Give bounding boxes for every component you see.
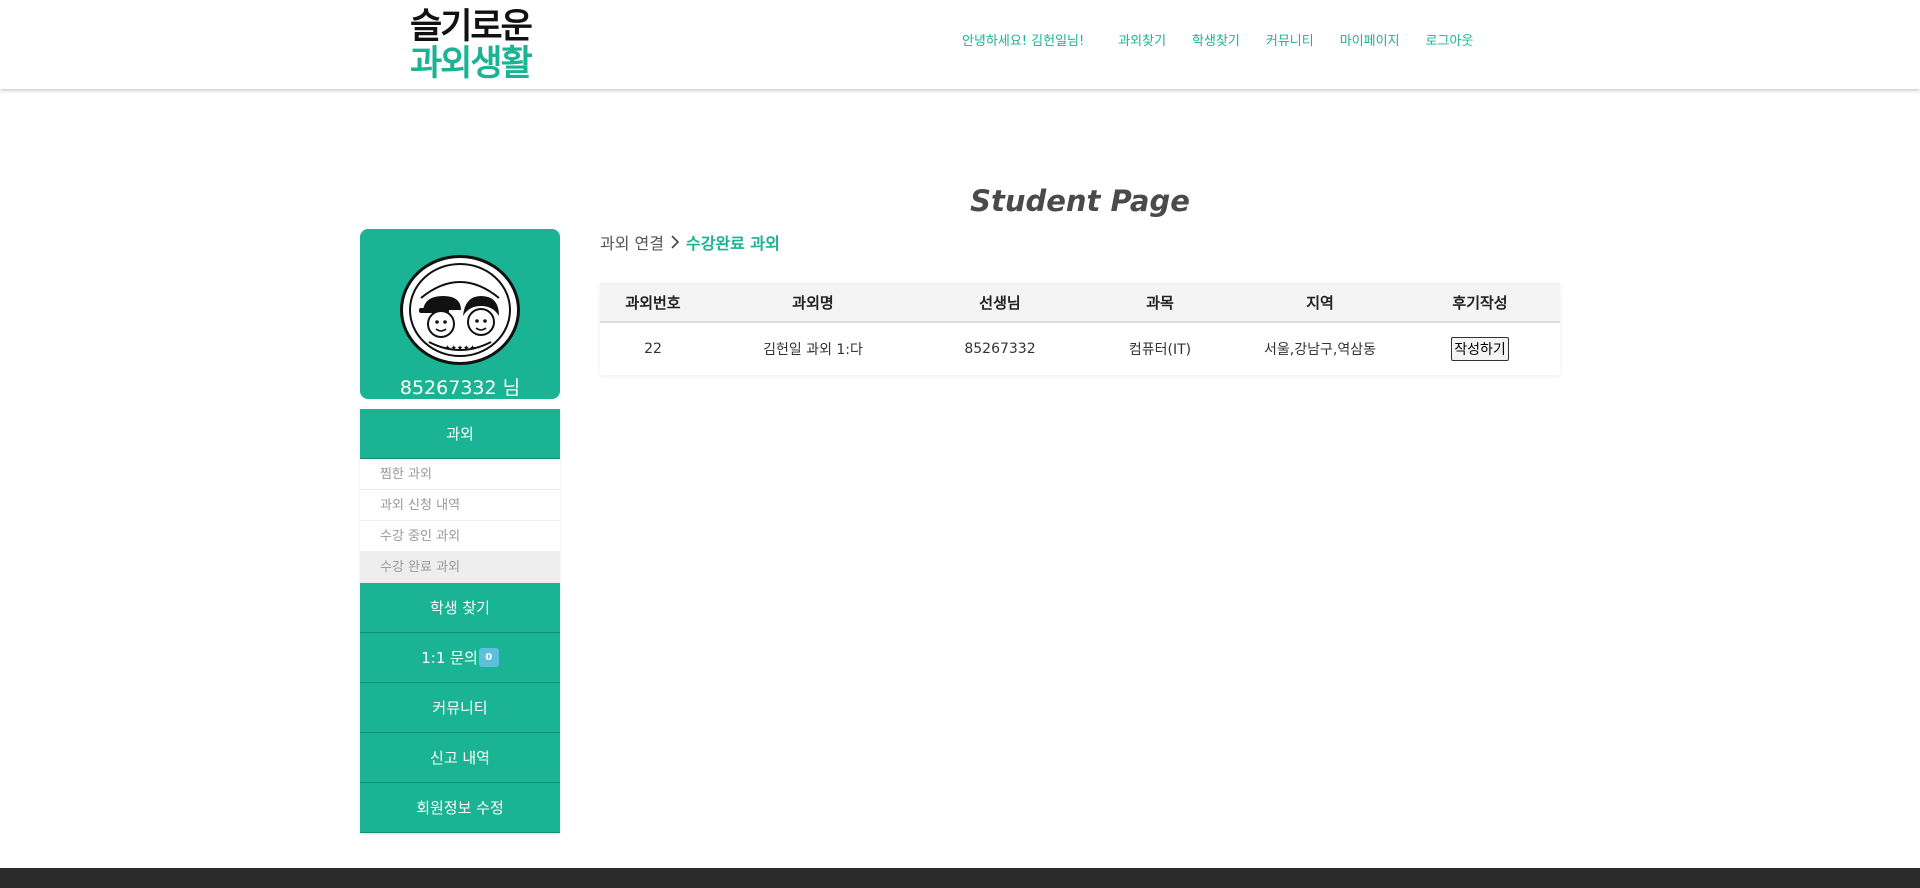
avatar: ★★★★★ — [400, 255, 520, 365]
top-nav: 안녕하세요! 김헌일님! 과외찾기 학생찾기 커뮤니티 마이페이지 로그아웃 — [962, 30, 1473, 49]
col-header-review: 후기작성 — [1400, 283, 1560, 323]
cell-region: 서울,강남구,역삼동 — [1264, 342, 1376, 358]
profile-name: 85267332 님 — [399, 377, 521, 399]
site-header: 슬기로운 과외생활 안녕하세요! 김헌일님! 과외찾기 학생찾기 커뮤니티 마이… — [0, 0, 1920, 89]
page-title: Student Page — [970, 184, 1190, 218]
sidebar-reports[interactable]: 신고 내역 — [360, 733, 560, 783]
breadcrumb-parent[interactable]: 과외 연결 — [600, 230, 664, 254]
cell-review: 작성하기 — [1400, 322, 1560, 375]
sidebar-tutoring-header[interactable]: 과외 — [360, 409, 560, 459]
site-footer — [0, 868, 1920, 888]
sidebar-item-applications[interactable]: 과외 신청 내역 — [360, 490, 560, 521]
sidebar-community[interactable]: 커뮤니티 — [360, 683, 560, 733]
completed-tutoring-table: 과외번호 과외명 선생님 과목 지역 후기작성 22 김헌일 과외 1:다 85… — [600, 283, 1560, 375]
nav-mypage[interactable]: 마이페이지 — [1340, 30, 1400, 49]
svg-text:★★★★★: ★★★★★ — [444, 344, 475, 352]
nav-find-tutoring[interactable]: 과외찾기 — [1118, 30, 1166, 49]
nav-find-students[interactable]: 학생찾기 — [1192, 30, 1240, 49]
chevron-right-icon — [671, 235, 680, 249]
site-logo[interactable]: 슬기로운 과외생활 — [410, 10, 560, 82]
logo-line-2: 과외생활 — [410, 44, 533, 84]
sidebar-item-wishlist[interactable]: 찜한 과외 — [360, 459, 560, 490]
inquiry-count-badge: 0 — [478, 648, 499, 667]
profile-card: ★★★★★ 85267332 님 — [360, 229, 560, 399]
breadcrumb-current: 수강완료 과외 — [685, 234, 780, 253]
table-row: 22 김헌일 과외 1:다 85267332 컴퓨터(IT) 서울,강남구,역삼… — [600, 322, 1560, 375]
cell-id: 22 — [644, 341, 662, 357]
sidebar-item-in-progress[interactable]: 수강 중인 과외 — [360, 521, 560, 552]
sidebar-submenu: 찜한 과외 과외 신청 내역 수강 중인 과외 수강 완료 과외 — [360, 459, 560, 583]
logo-line-1: 슬기로운 — [410, 7, 533, 47]
sidebar-inquiry-label: 1:1 문의 — [421, 649, 478, 667]
greeting-text: 안녕하세요! 김헌일님! — [962, 34, 1085, 49]
cell-subject: 컴퓨터(IT) — [1128, 342, 1192, 358]
col-header-name: 과외명 — [706, 283, 920, 323]
cell-teacher: 85267332 — [964, 341, 1036, 357]
nav-community[interactable]: 커뮤니티 — [1266, 30, 1314, 49]
col-header-teacher: 선생님 — [920, 283, 1080, 323]
sidebar-inquiry[interactable]: 1:1 문의 0 — [360, 633, 560, 683]
col-header-id: 과외번호 — [600, 283, 706, 323]
table-header-row: 과외번호 과외명 선생님 과목 지역 후기작성 — [600, 283, 1560, 323]
cell-name: 김헌일 과외 1:다 — [763, 342, 863, 358]
sidebar-edit-profile[interactable]: 회원정보 수정 — [360, 783, 560, 833]
nav-logout[interactable]: 로그아웃 — [1426, 30, 1474, 49]
col-header-subject: 과목 — [1080, 283, 1240, 323]
avatar-illustration: ★★★★★ — [409, 263, 511, 357]
sidebar-item-completed[interactable]: 수강 완료 과외 — [360, 552, 560, 583]
breadcrumb: 과외 연결 수강완료 과외 — [600, 230, 780, 254]
sidebar-find-students[interactable]: 학생 찾기 — [360, 583, 560, 633]
col-header-region: 지역 — [1240, 283, 1400, 323]
write-review-button[interactable]: 작성하기 — [1451, 337, 1509, 361]
